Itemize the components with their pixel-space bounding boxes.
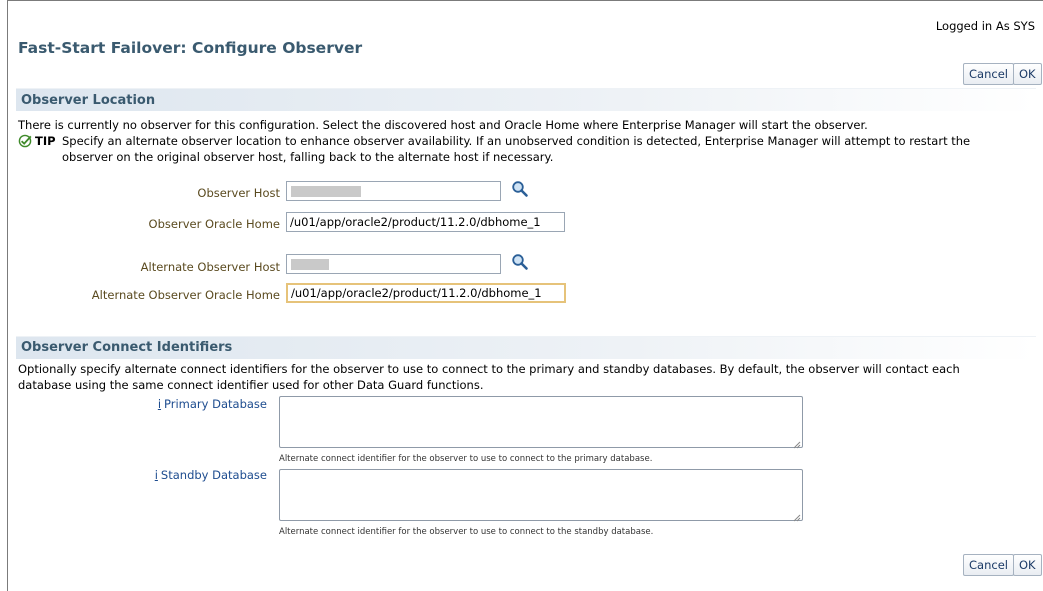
connect-identifiers-title: Observer Connect Identifiers (21, 340, 233, 355)
tip-label: TIP (35, 134, 56, 148)
ok-button-bottom[interactable]: OK (1013, 554, 1042, 576)
observer-location-title: Observer Location (21, 93, 156, 108)
standby-database-field[interactable] (279, 469, 803, 521)
cancel-button-bottom[interactable]: Cancel (963, 554, 1014, 576)
info-icon[interactable]: i (158, 397, 161, 411)
observer-location-description: There is currently no observer for this … (18, 118, 868, 132)
checkmark-icon (18, 134, 32, 148)
alternate-observer-oracle-home-field[interactable] (286, 283, 566, 303)
page-title: Fast-Start Failover: Configure Observer (18, 39, 363, 57)
tip-text-line1: Specify an alternate observer location t… (62, 134, 971, 148)
alternate-observer-host-field[interactable] (286, 254, 501, 274)
logged-in-text: Logged in As SYS (935, 19, 1035, 33)
observer-host-label: Observer Host (197, 186, 280, 200)
resize-grip-icon[interactable] (793, 438, 801, 449)
alternate-observer-host-label: Alternate Observer Host (140, 260, 280, 274)
resize-grip-icon[interactable] (793, 511, 801, 522)
tip-text-line2: observer on the original observer host, … (62, 150, 554, 164)
standby-database-hint: Alternate connect identifier for the obs… (279, 527, 654, 537)
info-icon[interactable]: i (155, 468, 158, 482)
standby-database-label: i Standby Database (154, 468, 267, 482)
search-icon[interactable] (511, 180, 529, 198)
observer-location-header (16, 88, 1036, 111)
alternate-observer-oracle-home-label: Alternate Observer Oracle Home (91, 288, 280, 302)
observer-oracle-home-label: Observer Oracle Home (148, 217, 280, 231)
primary-database-hint: Alternate connect identifier for the obs… (279, 454, 653, 464)
connect-identifiers-description-line2: database using the same connect identifi… (18, 378, 484, 392)
observer-oracle-home-field[interactable] (286, 212, 565, 232)
ok-button-top[interactable]: OK (1013, 63, 1042, 85)
primary-database-field[interactable] (279, 396, 803, 448)
connect-identifiers-description-line1: Optionally specify alternate connect ide… (18, 362, 960, 376)
primary-database-label: i Primary Database (157, 397, 267, 411)
observer-host-field[interactable] (286, 181, 501, 201)
cancel-button-top[interactable]: Cancel (963, 63, 1014, 85)
search-icon[interactable] (511, 253, 529, 271)
